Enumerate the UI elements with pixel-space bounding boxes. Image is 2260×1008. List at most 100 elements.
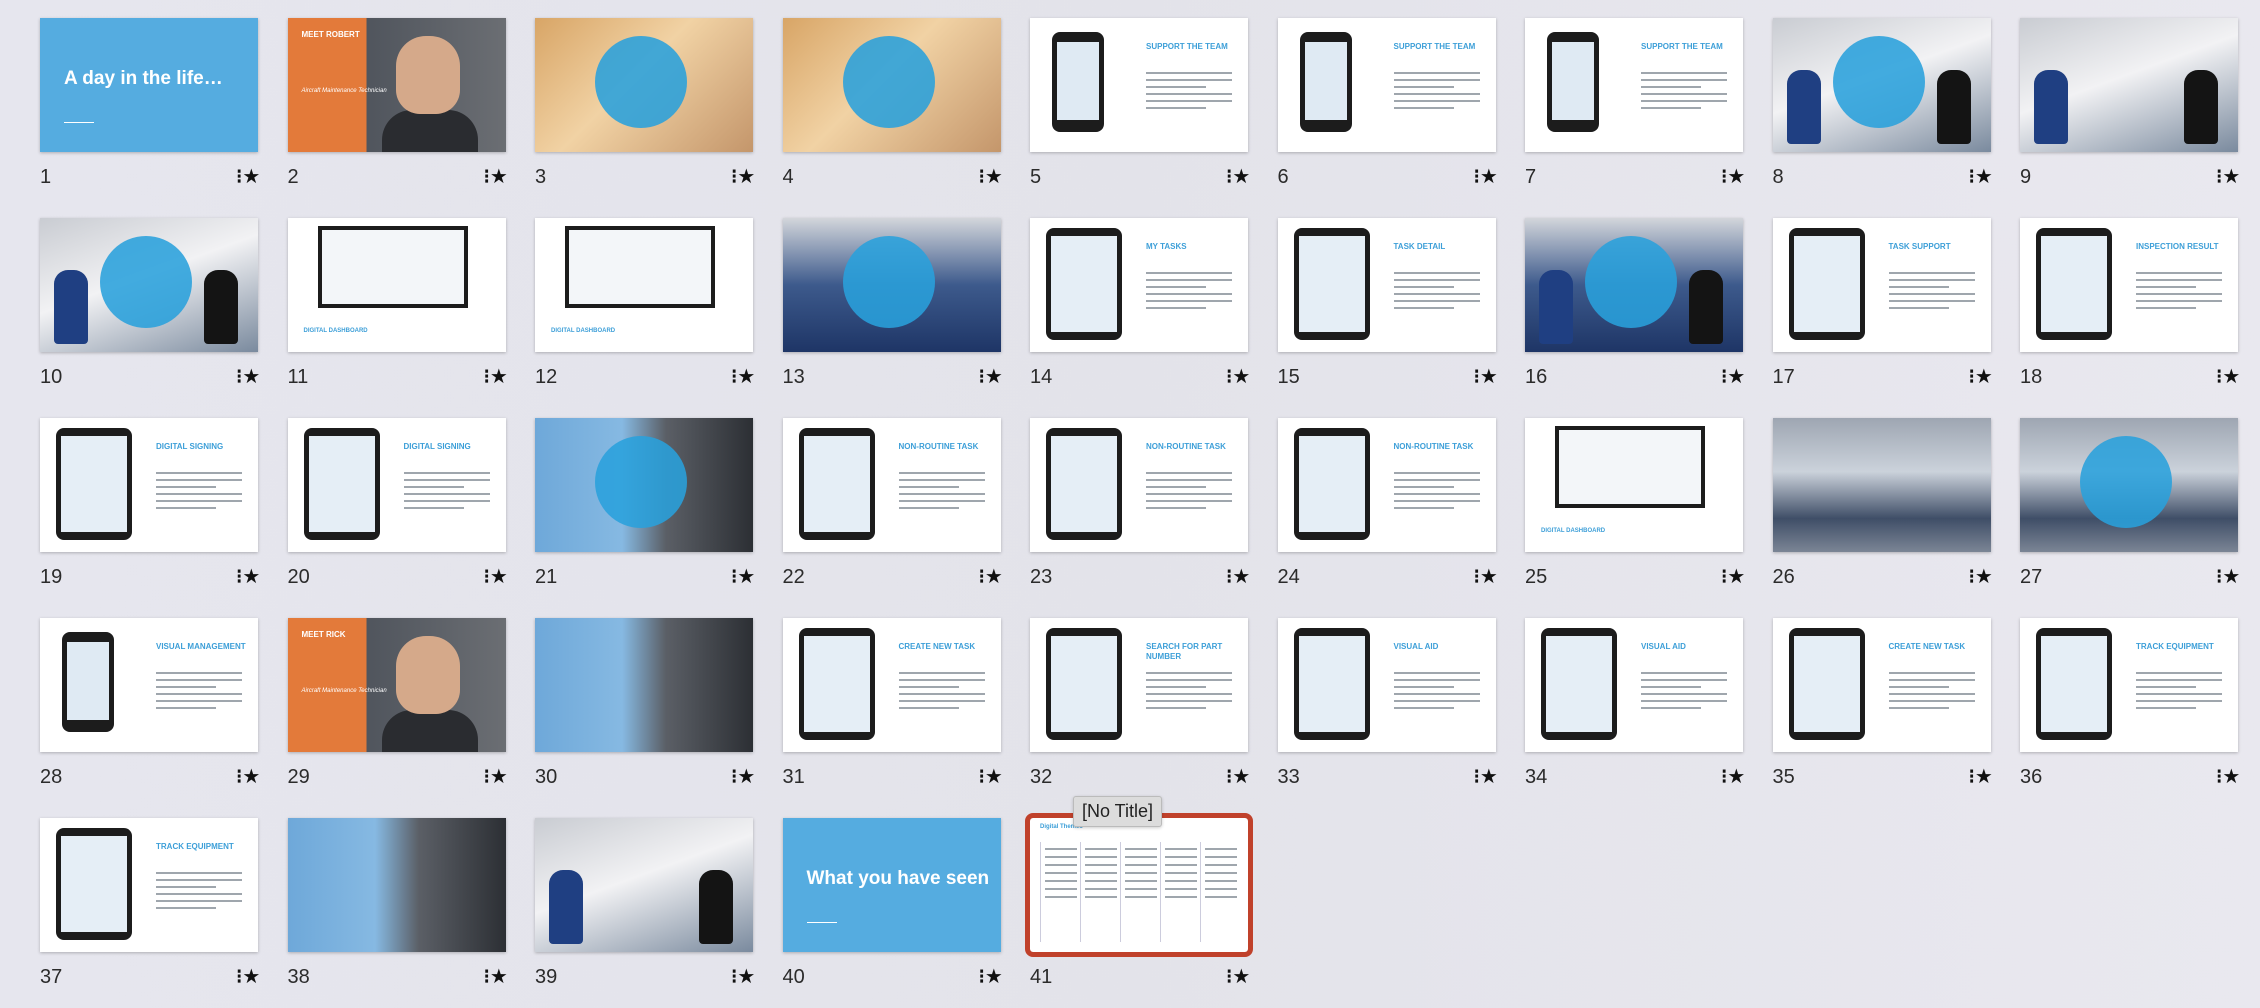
star-icon[interactable]: ★ [737,766,755,788]
slide-thumbnail[interactable]: DIGITAL DASHBOARD [1525,418,1743,552]
drag-handle-icon[interactable]: ⁝ [2216,366,2222,388]
drag-handle-icon[interactable]: ⁝ [1226,366,1232,388]
star-icon[interactable]: ★ [1480,366,1498,388]
star-icon[interactable]: ★ [1480,566,1498,588]
star-icon[interactable]: ★ [985,766,1003,788]
slide-thumbnail[interactable]: INSPECTION RESULT [2020,218,2238,352]
star-icon[interactable]: ★ [2222,566,2240,588]
drag-handle-icon[interactable]: ⁝ [1474,766,1480,788]
drag-handle-icon[interactable]: ⁝ [236,566,242,588]
star-icon[interactable]: ★ [1727,166,1745,188]
drag-handle-icon[interactable]: ⁝ [484,166,490,188]
slide-thumbnail[interactable] [782,218,1001,352]
drag-handle-icon[interactable]: ⁝ [979,366,985,388]
drag-handle-icon[interactable]: ⁝ [2216,166,2222,188]
star-icon[interactable]: ★ [490,566,508,588]
drag-handle-icon[interactable]: ⁝ [2216,566,2222,588]
star-icon[interactable]: ★ [737,566,755,588]
drag-handle-icon[interactable]: ⁝ [1226,966,1232,988]
drag-handle-icon[interactable]: ⁝ [979,766,985,788]
slide-thumbnail[interactable] [535,818,753,952]
star-icon[interactable]: ★ [242,366,260,388]
slide-thumbnail[interactable]: SUPPORT THE TEAM [1030,18,1248,152]
drag-handle-icon[interactable]: ⁝ [484,766,490,788]
drag-handle-icon[interactable]: ⁝ [1226,566,1232,588]
slide-thumbnail[interactable]: DIGITAL SIGNING [40,418,258,552]
slide-thumbnail[interactable]: TASK DETAIL [1277,218,1496,352]
star-icon[interactable]: ★ [985,566,1003,588]
drag-handle-icon[interactable]: ⁝ [236,166,242,188]
slide-thumbnail[interactable] [2020,18,2238,152]
drag-handle-icon[interactable]: ⁝ [1721,166,1727,188]
star-icon[interactable]: ★ [490,966,508,988]
star-icon[interactable]: ★ [2222,766,2240,788]
slide-thumbnail[interactable]: MY TASKS [1030,218,1248,352]
slide-thumbnail[interactable]: SEARCH FOR PART NUMBER [1030,618,1248,752]
star-icon[interactable]: ★ [490,366,508,388]
drag-handle-icon[interactable]: ⁝ [1969,366,1975,388]
star-icon[interactable]: ★ [1480,766,1498,788]
star-icon[interactable]: ★ [1232,566,1250,588]
star-icon[interactable]: ★ [2222,366,2240,388]
slide-thumbnail[interactable]: MEET RICK Aircraft Maintenance Technician [287,618,506,752]
slide-thumbnail[interactable] [535,418,753,552]
drag-handle-icon[interactable]: ⁝ [236,366,242,388]
star-icon[interactable]: ★ [1727,366,1745,388]
slide-thumbnail[interactable]: What you have seen [782,818,1001,952]
star-icon[interactable]: ★ [1727,566,1745,588]
slide-thumbnail[interactable] [535,18,753,152]
drag-handle-icon[interactable]: ⁝ [1969,566,1975,588]
slide-thumbnail[interactable]: A day in the life… [40,18,258,152]
drag-handle-icon[interactable]: ⁝ [1226,166,1232,188]
star-icon[interactable]: ★ [1975,166,1993,188]
drag-handle-icon[interactable]: ⁝ [1474,566,1480,588]
drag-handle-icon[interactable]: ⁝ [731,766,737,788]
slide-thumbnail[interactable]: SUPPORT THE TEAM [1277,18,1496,152]
slide-thumbnail[interactable]: VISUAL MANAGEMENT [40,618,258,752]
slide-thumbnail[interactable]: TASK SUPPORT [1772,218,1991,352]
star-icon[interactable]: ★ [737,166,755,188]
drag-handle-icon[interactable]: ⁝ [236,766,242,788]
drag-handle-icon[interactable]: ⁝ [1721,366,1727,388]
slide-thumbnail[interactable] [287,818,506,952]
slide-thumbnail[interactable] [40,218,258,352]
drag-handle-icon[interactable]: ⁝ [484,366,490,388]
slide-thumbnail[interactable]: MEET ROBERT Aircraft Maintenance Technici… [287,18,506,152]
drag-handle-icon[interactable]: ⁝ [731,166,737,188]
drag-handle-icon[interactable]: ⁝ [236,966,242,988]
drag-handle-icon[interactable]: ⁝ [979,566,985,588]
slide-thumbnail[interactable] [782,18,1001,152]
slide-thumbnail[interactable]: DIGITAL DASHBOARD [287,218,506,352]
drag-handle-icon[interactable]: ⁝ [484,966,490,988]
drag-handle-icon[interactable]: ⁝ [1226,766,1232,788]
star-icon[interactable]: ★ [985,166,1003,188]
slide-thumbnail[interactable]: Digital Themes [1025,813,1253,957]
star-icon[interactable]: ★ [1975,766,1993,788]
star-icon[interactable]: ★ [490,166,508,188]
drag-handle-icon[interactable]: ⁝ [731,566,737,588]
slide-thumbnail[interactable]: NON-ROUTINE TASK [782,418,1001,552]
slide-thumbnail[interactable] [535,618,753,752]
slide-thumbnail[interactable]: NON-ROUTINE TASK [1030,418,1248,552]
drag-handle-icon[interactable]: ⁝ [2216,766,2222,788]
drag-handle-icon[interactable]: ⁝ [1721,766,1727,788]
slide-thumbnail[interactable]: TRACK EQUIPMENT [2020,618,2238,752]
star-icon[interactable]: ★ [242,566,260,588]
slide-thumbnail[interactable]: SUPPORT THE TEAM [1525,18,1743,152]
drag-handle-icon[interactable]: ⁝ [1969,766,1975,788]
star-icon[interactable]: ★ [1232,766,1250,788]
star-icon[interactable]: ★ [985,366,1003,388]
drag-handle-icon[interactable]: ⁝ [1474,166,1480,188]
drag-handle-icon[interactable]: ⁝ [1721,566,1727,588]
star-icon[interactable]: ★ [1727,766,1745,788]
star-icon[interactable]: ★ [985,966,1003,988]
slide-thumbnail[interactable]: NON-ROUTINE TASK [1277,418,1496,552]
star-icon[interactable]: ★ [737,966,755,988]
drag-handle-icon[interactable]: ⁝ [1474,366,1480,388]
slide-thumbnail[interactable]: CREATE NEW TASK [782,618,1001,752]
slide-thumbnail[interactable]: VISUAL AID [1525,618,1743,752]
star-icon[interactable]: ★ [490,766,508,788]
star-icon[interactable]: ★ [1232,366,1250,388]
slide-thumbnail[interactable]: DIGITAL DASHBOARD [535,218,753,352]
slide-thumbnail[interactable]: TRACK EQUIPMENT [40,818,258,952]
